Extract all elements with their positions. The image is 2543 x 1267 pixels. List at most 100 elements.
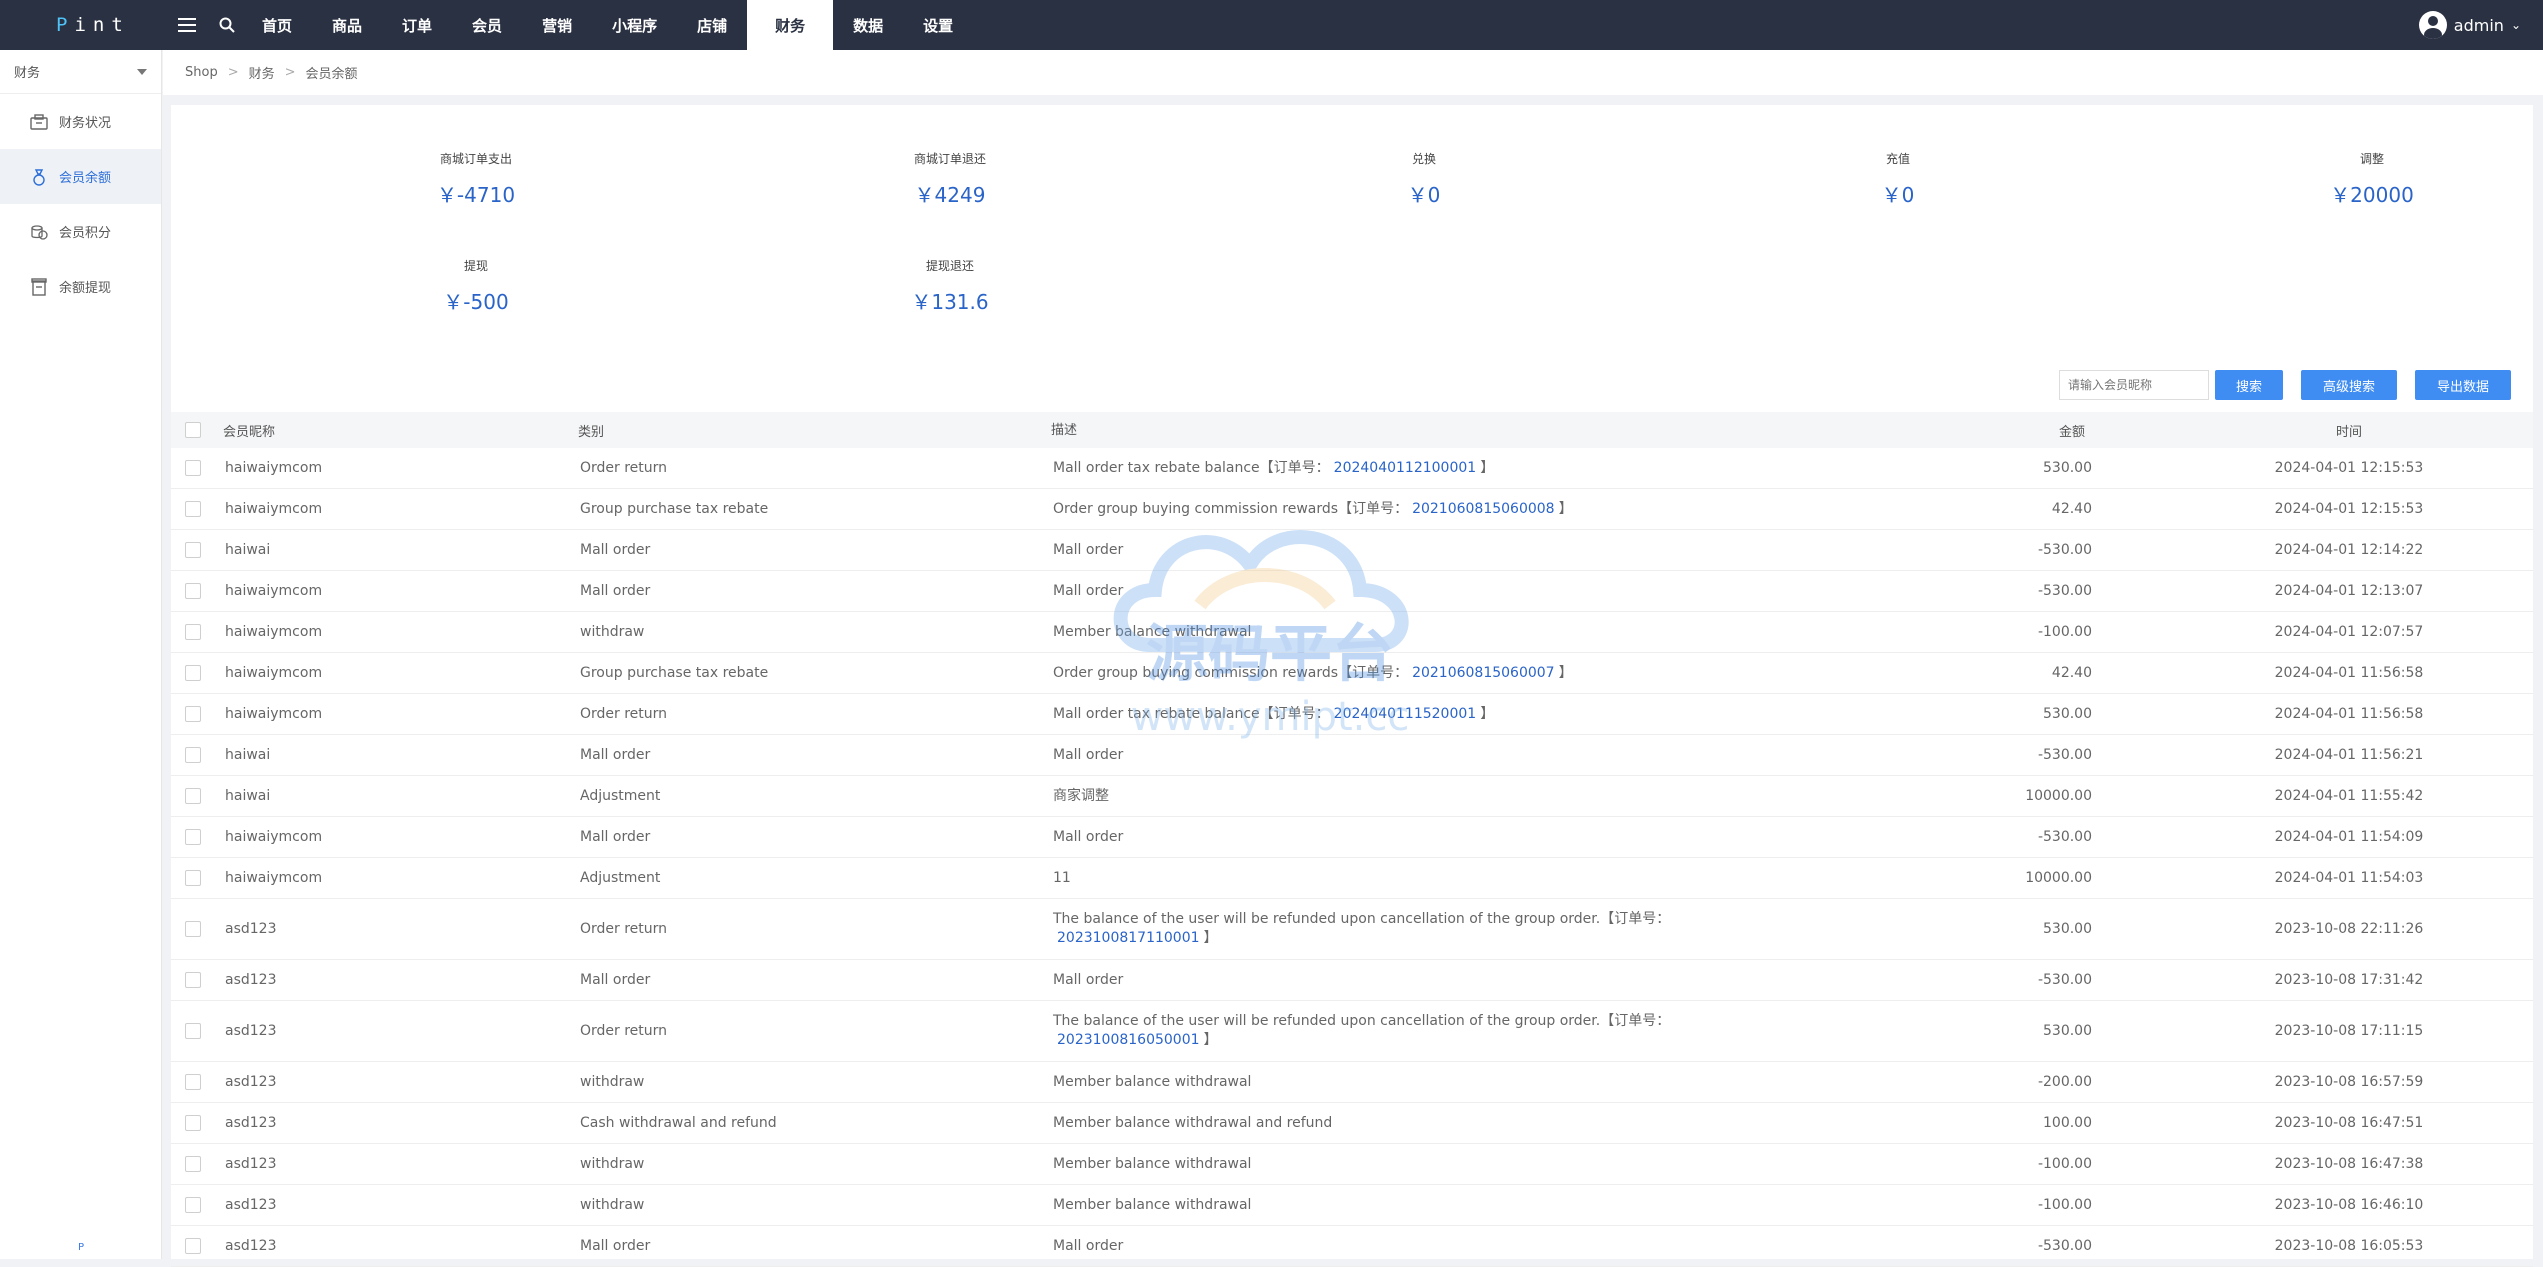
sidebar-item-3[interactable]: 余额提现: [0, 259, 161, 314]
row-checkbox[interactable]: [185, 1074, 201, 1090]
table-row[interactable]: asd123 withdraw Member balance withdrawal -…: [171, 1062, 2533, 1103]
stat-label: 商城订单退还: [913, 152, 986, 166]
row-member-name: asd123: [225, 972, 277, 988]
member-search-input[interactable]: [2059, 370, 2209, 400]
row-checkbox[interactable]: [185, 788, 201, 804]
row-checkbox[interactable]: [185, 870, 201, 886]
stat-label: 充值: [1885, 152, 1910, 166]
nav-item-0[interactable]: 首页: [242, 0, 312, 50]
table-row[interactable]: haiwai Mall order Mall order -530.00 2024-04…: [171, 530, 2533, 571]
table-row[interactable]: haiwaiymcom withdraw Member balance withdr…: [171, 612, 2533, 653]
table-row[interactable]: haiwaiymcom Mall order Mall order -530.00 20…: [171, 817, 2533, 858]
stat-label: 提现退还: [925, 259, 974, 273]
sidebar-item-1[interactable]: 会员余额: [0, 149, 161, 204]
sidebar-item-label: 财务状况: [59, 116, 112, 131]
table-row[interactable]: asd123 Cash withdrawal and refund Member b…: [171, 1103, 2533, 1144]
row-type: withdraw: [580, 1156, 645, 1172]
order-number-link[interactable]: 2024040112100001: [1334, 460, 1477, 476]
row-description: Member balance withdrawal: [1053, 1155, 1252, 1172]
nav-item-8[interactable]: 数据: [833, 0, 903, 50]
table-row[interactable]: haiwaiymcom Order return Mall order tax re…: [171, 694, 2533, 735]
order-number-link[interactable]: 2021060815060008: [1412, 501, 1555, 517]
table-row[interactable]: haiwaiymcom Group purchase tax rebate Orde…: [171, 653, 2533, 694]
nav-item-1[interactable]: 商品: [312, 0, 382, 50]
order-number-link[interactable]: 2024040111520001: [1334, 706, 1477, 722]
row-checkbox[interactable]: [185, 1023, 201, 1039]
header-time: 时间: [2335, 424, 2362, 440]
nav-item-4[interactable]: 营销: [522, 0, 592, 50]
row-type: Adjustment: [580, 870, 661, 886]
stat-value: ￥-500: [443, 290, 509, 314]
row-checkbox[interactable]: [185, 665, 201, 681]
table-row[interactable]: asd123 Order return The balance of the use…: [171, 899, 2533, 960]
sidebar-item-0[interactable]: 财务状况: [0, 94, 161, 149]
row-checkbox[interactable]: [185, 1238, 201, 1254]
row-description: 11: [1053, 869, 1071, 886]
table-row[interactable]: asd123 withdraw Member balance withdrawal -…: [171, 1185, 2533, 1226]
nav-item-3[interactable]: 会员: [452, 0, 522, 50]
row-checkbox[interactable]: [185, 747, 201, 763]
row-checkbox[interactable]: [185, 1156, 201, 1172]
sidebar-section-toggle[interactable]: 财务: [0, 50, 161, 94]
nav-item-2[interactable]: 订单: [382, 0, 452, 50]
row-checkbox[interactable]: [185, 706, 201, 722]
nav-item-6[interactable]: 店铺: [677, 0, 747, 50]
table-row[interactable]: haiwaiymcom Mall order Mall order -530.00 20…: [171, 571, 2533, 612]
row-member-name: haiwai: [225, 747, 271, 763]
search-button[interactable]: 搜索: [2215, 370, 2283, 400]
table-row[interactable]: asd123 Mall order Mall order -530.00 2023-10…: [171, 1226, 2533, 1267]
row-type: Group purchase tax rebate: [580, 665, 769, 681]
table-row[interactable]: haiwaiymcom Order return Mall order tax re…: [171, 448, 2533, 489]
stat-card: 兑换 ￥0: [1274, 150, 1574, 208]
row-checkbox[interactable]: [185, 1115, 201, 1131]
table-row[interactable]: asd123 withdraw Member balance withdrawal -…: [171, 1144, 2533, 1185]
order-number-link[interactable]: 2021060815060007: [1412, 665, 1555, 681]
row-checkbox[interactable]: [185, 972, 201, 988]
user-menu[interactable]: admin ⌄: [2418, 0, 2521, 50]
row-checkbox[interactable]: [185, 501, 201, 517]
row-description: Order group buying commission rewards【订单…: [1053, 500, 1409, 517]
row-time: 2023-10-08 16:47:51: [2274, 1115, 2424, 1131]
row-checkbox[interactable]: [185, 1197, 201, 1213]
top-search-button[interactable]: [212, 0, 242, 50]
stat-card: 商城订单退还 ￥4249: [800, 150, 1100, 208]
row-checkbox[interactable]: [185, 460, 201, 476]
header-member-name: 会员昵称: [223, 424, 276, 440]
menu-toggle-button[interactable]: [162, 0, 212, 50]
table-row[interactable]: haiwai Mall order Mall order -530.00 2024-04…: [171, 735, 2533, 776]
table-row[interactable]: haiwai Adjustment 商家调整 10000.00 2024-04-01 1…: [171, 776, 2533, 817]
table-row[interactable]: asd123 Mall order Mall order -530.00 2023-10…: [171, 960, 2533, 1001]
row-amount: 530.00: [2043, 921, 2092, 937]
row-checkbox[interactable]: [185, 583, 201, 599]
balance-stats-panel: 商城订单支出 ￥-4710 商城订单退还 ￥4249 兑换 ￥0 充值 ￥0 调整 ￥20000 提…: [171, 105, 2533, 360]
row-checkbox[interactable]: [185, 921, 201, 937]
nav-item-9[interactable]: 设置: [903, 0, 973, 50]
row-description: Member balance withdrawal and refund: [1053, 1114, 1333, 1131]
breadcrumb-finance[interactable]: 财务: [249, 63, 275, 82]
row-amount: -530.00: [2037, 829, 2092, 845]
breadcrumb-shop[interactable]: Shop: [185, 65, 218, 80]
app-logo[interactable]: Pint: [0, 0, 162, 50]
order-number-link[interactable]: 2023100817110001: [1057, 930, 1200, 946]
nav-item-7[interactable]: 财务: [747, 0, 834, 50]
row-amount: -530.00: [2037, 747, 2092, 763]
row-checkbox[interactable]: [185, 829, 201, 845]
order-number-link[interactable]: 2023100816050001: [1057, 1032, 1200, 1048]
export-data-button[interactable]: 导出数据: [2415, 370, 2511, 400]
table-row[interactable]: asd123 Order return The balance of the use…: [171, 1001, 2533, 1062]
row-description-end: 】: [1480, 705, 1495, 722]
select-all-checkbox[interactable]: [185, 422, 201, 438]
stat-value: ￥0: [1407, 183, 1441, 207]
stat-label: 调整: [2359, 152, 2384, 166]
row-member-name: asd123: [225, 921, 277, 937]
table-row[interactable]: haiwaiymcom Adjustment 11 10000.00 2024-04-0…: [171, 858, 2533, 899]
advanced-search-button[interactable]: 高级搜索: [2301, 370, 2397, 400]
row-checkbox[interactable]: [185, 624, 201, 640]
header-description: 描述: [1051, 422, 1078, 438]
nav-item-5[interactable]: 小程序: [592, 0, 677, 50]
breadcrumb-separator: >: [227, 65, 239, 80]
sidebar-item-2[interactable]: 会员积分: [0, 204, 161, 259]
table-row[interactable]: haiwaiymcom Group purchase tax rebate Orde…: [171, 489, 2533, 530]
row-checkbox[interactable]: [185, 542, 201, 558]
row-type: Mall order: [580, 1238, 651, 1254]
